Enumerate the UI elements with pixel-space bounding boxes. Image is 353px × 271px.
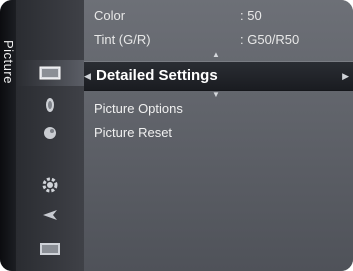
category-input[interactable] <box>16 202 84 228</box>
category-application[interactable] <box>16 236 84 262</box>
category-sound[interactable] <box>16 92 84 118</box>
selected-item-label: Detailed Settings <box>96 67 218 84</box>
application-icon <box>40 243 60 255</box>
menu-item-label: Picture Reset <box>94 125 173 140</box>
category-picture[interactable] <box>16 60 84 86</box>
settings-panel: Color : 50 Tint (G/R) : G50/R50 ▲ ◀ Deta… <box>84 0 353 271</box>
setting-value: : G50/R50 <box>240 32 300 47</box>
setting-label: Tint (G/R) <box>94 32 151 47</box>
section-tab-label: Picture <box>1 40 16 84</box>
setting-row-color[interactable]: Color : 50 <box>94 6 343 26</box>
menu-item-picture-reset[interactable]: Picture Reset <box>94 124 172 142</box>
scroll-down-indicator[interactable]: ▼ <box>212 90 220 99</box>
input-icon <box>43 210 57 220</box>
picture-icon <box>39 66 61 80</box>
scroll-up-indicator[interactable]: ▲ <box>212 50 220 59</box>
menu-item-label: Picture Options <box>94 101 183 116</box>
category-setup[interactable] <box>16 172 84 198</box>
menu-item-picture-options[interactable]: Picture Options <box>94 100 183 118</box>
category-icon-column <box>16 0 84 271</box>
setting-value: : 50 <box>240 8 262 23</box>
selected-item-detailed-settings[interactable]: ◀ Detailed Settings ▶ <box>84 61 353 91</box>
setting-row-tint[interactable]: Tint (G/R) : G50/R50 <box>94 30 343 50</box>
tv-osd-menu: Picture Color: 50 Tint (G/R): G50/R50 … <box>0 0 353 271</box>
satellite-icon <box>44 127 56 139</box>
right-arrow-icon: ▶ <box>342 71 349 81</box>
settings-gear-icon <box>42 177 58 193</box>
category-channel[interactable] <box>16 120 84 146</box>
left-arrow-icon: ◀ <box>84 71 91 81</box>
setting-label: Color <box>94 8 126 23</box>
sound-icon <box>46 98 54 112</box>
picture-section-tab[interactable]: Picture <box>0 0 16 271</box>
